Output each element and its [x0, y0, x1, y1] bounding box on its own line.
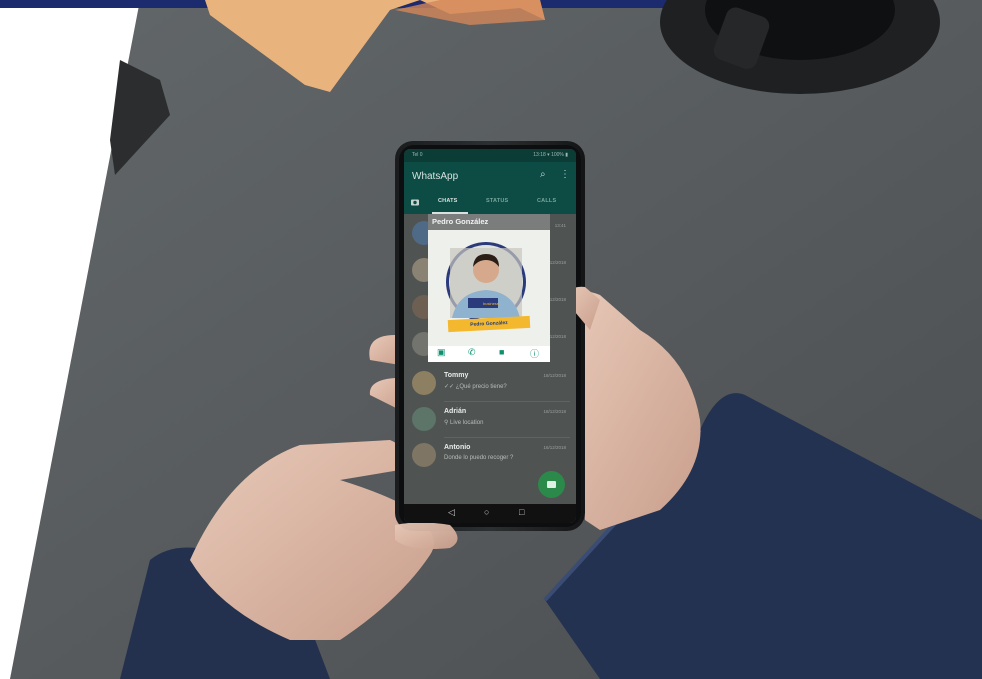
tab-chats[interactable]: CHATS: [438, 198, 458, 204]
divider: [444, 437, 570, 438]
more-vert-icon[interactable]: ⋮: [560, 169, 570, 180]
back-nav-icon[interactable]: ◁: [448, 507, 455, 518]
avatar: [412, 443, 436, 467]
search-icon[interactable]: ⌕: [540, 169, 546, 180]
tab-status[interactable]: STATUS: [486, 198, 508, 204]
popup-header: Pedro González: [428, 214, 550, 230]
tab-bar: CHATS STATUS CALLS: [404, 192, 576, 214]
status-right-text: 13:18 ▾ 100% ▮: [533, 152, 568, 158]
message-icon[interactable]: ▣: [437, 347, 446, 358]
avatar: [412, 371, 436, 395]
chat-time: 18/12/2018: [543, 409, 566, 414]
info-icon[interactable]: ⓘ: [530, 347, 539, 360]
app-bar: WhatsApp ⌕ ⋮: [404, 162, 576, 192]
android-nav-bar: ◁ ○ □: [404, 504, 576, 523]
list-item[interactable]: Tommy ✓✓ ¿Qué precio tiene? 18/12/2018: [404, 367, 576, 402]
camera-icon[interactable]: [410, 197, 420, 207]
tab-calls[interactable]: CALLS: [537, 198, 556, 204]
chat-message: ✓✓ ¿Qué precio tiene?: [444, 384, 507, 390]
call-icon[interactable]: ✆: [468, 347, 476, 358]
chat-time: 16/12/2018: [543, 445, 566, 450]
chat-time: 13:41: [554, 223, 566, 228]
carrier-text: Tel 0: [412, 152, 423, 158]
new-chat-button[interactable]: [538, 471, 565, 498]
chat-message: ⚲ Live location: [444, 420, 484, 426]
chat-name: Antonio: [444, 444, 471, 451]
divider: [444, 401, 570, 402]
chat-time: 18/12/2018: [543, 373, 566, 378]
contact-name: Pedro González: [432, 217, 489, 226]
app-title: WhatsApp: [412, 171, 459, 182]
home-nav-icon[interactable]: ○: [484, 507, 489, 517]
profile-popup[interactable]: Pedro González business Pedro González ▣…: [428, 214, 550, 362]
status-bar: Tel 0 13:18 ▾ 100% ▮: [404, 149, 576, 162]
chat-message: Donde lo puedo recoger ?: [444, 455, 514, 461]
chat-name: Tommy: [444, 372, 469, 379]
list-item[interactable]: Adrián ⚲ Live location 18/12/2018: [404, 403, 576, 438]
message-icon: [547, 481, 556, 488]
video-icon[interactable]: ■: [499, 347, 504, 357]
popup-actions: ▣ ✆ ■ ⓘ: [428, 346, 550, 362]
list-item[interactable]: Antonio Donde lo puedo recoger ? 16/12/2…: [404, 439, 576, 474]
profile-photo[interactable]: business Pedro González: [428, 230, 550, 346]
chat-name: Adrián: [444, 408, 467, 415]
recents-nav-icon[interactable]: □: [519, 507, 524, 517]
badge-text: business: [483, 301, 499, 306]
avatar: [412, 407, 436, 431]
